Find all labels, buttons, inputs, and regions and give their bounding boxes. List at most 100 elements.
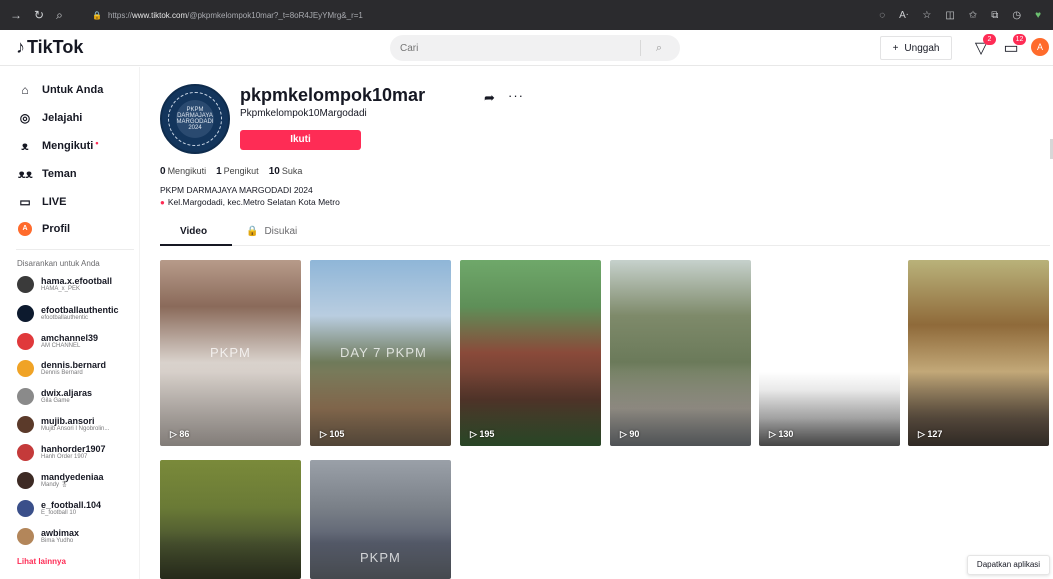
play-icon: ▷ — [769, 429, 779, 439]
suggested-account-text: efootballauthentic efootballauthentic — [41, 305, 119, 322]
sidebar-item-for-you[interactable]: ⌂ Untuk Anda — [18, 83, 103, 97]
video-thumbnail[interactable]: PKPM ▷ 86 — [160, 260, 301, 446]
following-stat[interactable]: 0 Mengikuti — [160, 166, 206, 177]
video-thumbnail[interactable]: DAY 7 PKPM ▷ 105 — [310, 260, 451, 446]
view-count-value: 105 — [329, 429, 345, 439]
suggested-account[interactable]: amchannel39 AM CHANNEL — [17, 333, 98, 350]
favorite-icon[interactable]: ☆ — [922, 10, 931, 21]
inbox-icon[interactable]: ▽ 2 — [970, 34, 996, 58]
view-count-value: 127 — [927, 429, 943, 439]
more-options-icon[interactable]: ··· — [508, 88, 524, 103]
tiktok-logo[interactable]: ♪ TikTok — [16, 37, 83, 58]
address-bar[interactable]: 🔒 https://www.tiktok.com/@pkpmkelompok10… — [88, 4, 828, 26]
browser-nav: → ↻ ⌕ — [0, 8, 88, 23]
favorites-icon[interactable]: ✩ — [969, 10, 977, 21]
user-avatar[interactable]: A — [1031, 38, 1049, 56]
view-count: ▷ 195 — [470, 429, 494, 440]
view-count: ▷ 127 — [918, 429, 942, 440]
thumbnail-shade — [908, 260, 1049, 446]
video-thumbnail[interactable]: ▷ 130 — [759, 260, 900, 446]
split-screen-icon[interactable]: ◫ — [945, 10, 954, 21]
logo-text: TikTok — [27, 37, 84, 57]
active-tab-indicator — [160, 244, 232, 246]
site-header: ♪ TikTok ⌕ + Unggah ▽ 2 ▭ 12 A — [0, 30, 1053, 66]
suggested-username: e_football.104 — [41, 499, 102, 510]
suggested-account-text: amchannel39 AM CHANNEL — [41, 332, 99, 350]
view-count-value: 90 — [629, 429, 640, 439]
share-icon[interactable]: ➦ — [484, 90, 495, 106]
followers-stat[interactable]: 1 Pengikut — [216, 166, 259, 177]
suggested-display-name: AM CHANNEL — [41, 343, 81, 350]
profile-bio: PKPM DARMAJAYA MARGODADI 2024 ● Kel.Margo… — [160, 184, 340, 209]
inbox-badge: 2 — [983, 34, 996, 45]
suggested-account[interactable]: mujib.ansori Mujib Ansori I Ngobrolin... — [17, 416, 109, 433]
thumbnail-shade — [759, 260, 900, 446]
see-more-link[interactable]: Lihat lainnya — [17, 557, 66, 566]
search-bar[interactable]: ⌕ — [390, 35, 680, 61]
view-count-value: 86 — [179, 429, 190, 439]
suggested-account-text: mujib.ansori Mujib Ansori I Ngobrolin... — [41, 415, 109, 433]
sidebar-item-explore[interactable]: ◎ Jelajahi — [18, 111, 83, 125]
compass-icon: ◎ — [19, 111, 31, 125]
suggested-account[interactable]: mandyedeniaa Mandy 🎖 — [17, 472, 104, 489]
extension-icon[interactable]: ♥ — [1035, 10, 1041, 21]
sidebar-item-label: Jelajahi — [42, 112, 83, 124]
view-count: ▷ 130 — [769, 429, 793, 440]
view-count: ▷ 105 — [320, 429, 344, 440]
avatar — [17, 276, 34, 293]
thumbnail-shade — [160, 460, 301, 579]
video-thumbnail[interactable]: ▷ 195 — [460, 260, 601, 446]
read-aloud-icon[interactable]: Aᐧ — [899, 10, 908, 21]
suggested-username: mujib.ansori — [41, 415, 95, 426]
upload-button[interactable]: + Unggah — [880, 36, 952, 60]
suggested-display-name: Dennis Bernard — [41, 370, 83, 377]
suggested-account[interactable]: hama.x.efootball HAMA_x_PEK — [17, 276, 112, 293]
tab-liked[interactable]: 🔒 Disukai — [246, 226, 297, 237]
plus-icon: + — [892, 42, 899, 54]
suggested-account-text: awbimax Bima Yudho — [41, 528, 79, 545]
history-icon[interactable]: ◷ — [1012, 10, 1021, 21]
search-input[interactable] — [390, 42, 640, 54]
zoom-icon[interactable]: ◌ — [879, 10, 885, 21]
reload-icon[interactable]: ↻ — [34, 8, 44, 23]
search-icon[interactable]: ⌕ — [56, 8, 63, 23]
suggested-account[interactable]: efootballauthentic efootballauthentic — [17, 305, 119, 322]
tiktok-note-icon: ♪ — [16, 37, 25, 57]
sidebar-item-label: Mengikuti — [42, 140, 94, 152]
forward-icon[interactable]: → — [10, 8, 22, 23]
avatar — [17, 333, 34, 350]
profile-username: pkpmkelompok10mar — [240, 85, 426, 105]
video-thumbnail[interactable]: ▷ 127 — [908, 260, 1049, 446]
suggested-account[interactable]: awbimax Bima Yudho — [17, 528, 79, 545]
sidebar-item-profile[interactable]: A Profil — [18, 222, 70, 236]
suggested-account[interactable]: hanhorder1907 Hanh Order 1907 — [17, 444, 106, 461]
suggested-display-name: Bima Yudho — [41, 538, 74, 545]
sidebar-item-live[interactable]: ▭ LIVE — [18, 195, 66, 209]
browser-tools: ◌ Aᐧ ☆ ◫ ✩ ⧉ ◷ ♥ — [879, 10, 1053, 21]
suggested-account[interactable]: dwix.aljaras Gila Game — [17, 388, 92, 405]
profile-avatar: PKPM DARMAJAYA MARGODADI 2024 — [160, 84, 230, 154]
collections-icon[interactable]: ⧉ — [991, 10, 998, 21]
video-thumbnail[interactable] — [160, 460, 301, 579]
suggested-username: mandyedeniaa — [41, 471, 104, 482]
get-app-button[interactable]: Dapatkan aplikasi — [967, 555, 1050, 575]
suggested-account-text: dwix.aljaras Gila Game — [41, 388, 92, 405]
suggested-account-text: mandyedeniaa Mandy 🎖 — [41, 471, 104, 489]
search-icon[interactable]: ⌕ — [641, 42, 677, 55]
sidebar-item-following[interactable]: ᴥ Mengikuti • — [18, 138, 98, 153]
play-icon: ▷ — [918, 429, 928, 439]
suggested-display-name: Gila Game — [41, 398, 70, 405]
sidebar-item-friends[interactable]: ᴥᴥ Teman — [18, 167, 77, 181]
follow-button[interactable]: Ikuti — [240, 130, 361, 150]
profile-avatar-icon: A — [18, 222, 32, 236]
tab-video[interactable]: Video — [180, 226, 207, 237]
messages-icon[interactable]: ▭ 12 — [1000, 34, 1026, 58]
video-watermark: DAY 7 PKPM — [340, 345, 427, 360]
suggested-username: amchannel39 — [41, 332, 99, 343]
suggested-account[interactable]: dennis.bernard Dennis Bernard — [17, 360, 106, 377]
video-thumbnail[interactable]: PKPM — [310, 460, 451, 579]
suggested-display-name: HAMA_x_PEK — [41, 286, 81, 293]
video-thumbnail[interactable]: ▷ 90 — [610, 260, 751, 446]
play-icon: ▷ — [620, 429, 630, 439]
suggested-account[interactable]: e_football.104 E_football 10 — [17, 500, 101, 517]
